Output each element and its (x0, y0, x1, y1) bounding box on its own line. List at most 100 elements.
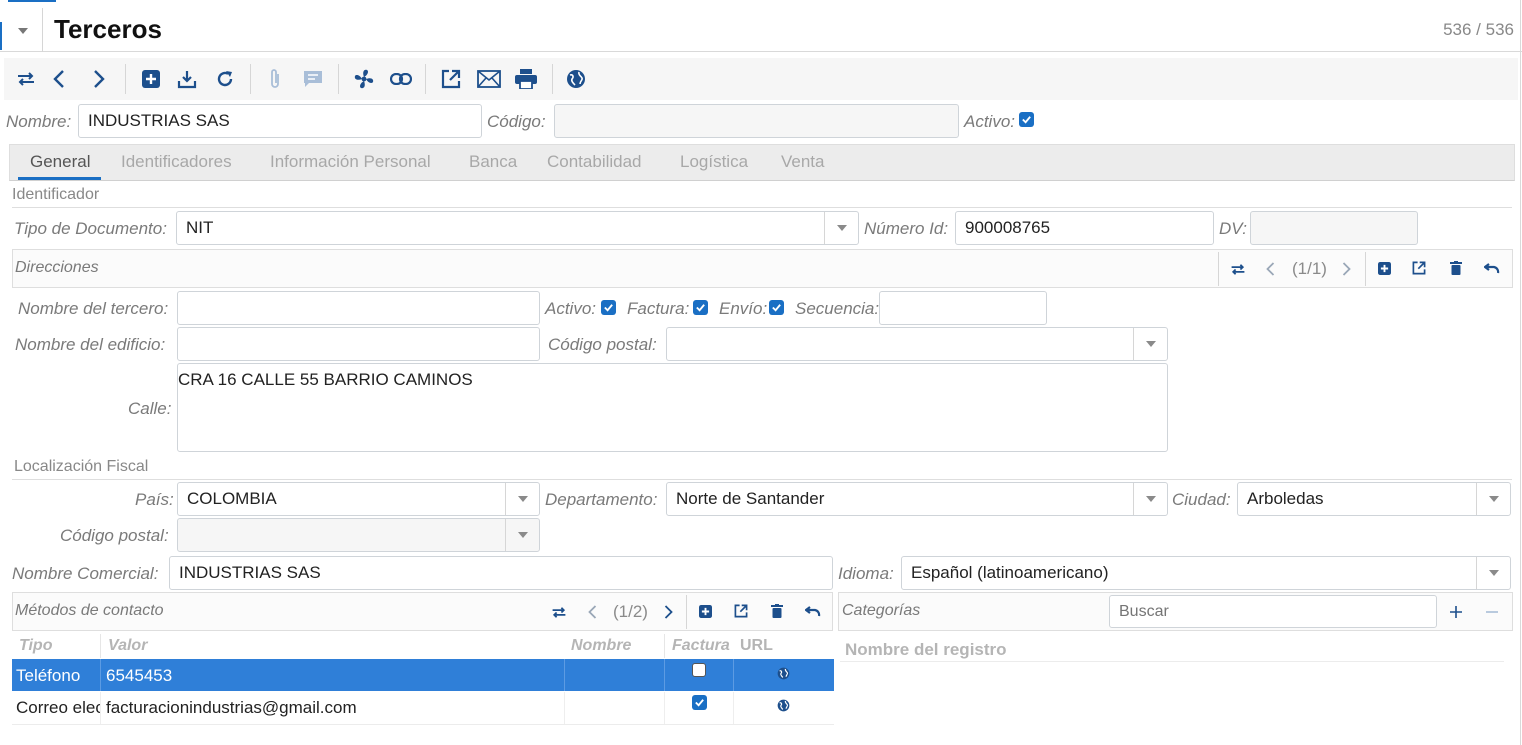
identificador-title: Identificador (12, 186, 100, 203)
open-external-icon[interactable] (440, 68, 462, 90)
attachment-icon[interactable] (264, 67, 286, 91)
nombre-tercero-input[interactable] (177, 291, 540, 325)
previous-record-icon[interactable] (584, 603, 600, 621)
column-header-valor[interactable]: Valor (108, 637, 147, 655)
envio-checkbox[interactable] (769, 300, 784, 315)
column-header-url[interactable]: URL (740, 637, 773, 655)
next-record-icon[interactable] (88, 68, 110, 90)
open-external-icon[interactable] (733, 603, 749, 619)
tipo-documento-select[interactable]: NIT (176, 211, 859, 245)
direcciones-title: Direcciones (15, 259, 99, 276)
chevron-down-icon[interactable] (1133, 328, 1167, 360)
collapse-chevron-icon[interactable] (14, 22, 32, 40)
row-factura-checkbox[interactable] (692, 663, 706, 677)
idioma-select[interactable]: Español (latinoamericano) (901, 556, 1511, 590)
column-header-factura[interactable]: Factura (672, 637, 730, 655)
dv-label: DV: (1219, 219, 1248, 238)
new-record-icon[interactable] (1376, 260, 1392, 276)
undo-icon[interactable] (1483, 260, 1501, 276)
numero-id-input[interactable]: 900008765 (955, 211, 1214, 245)
print-icon[interactable] (514, 68, 538, 90)
localizacion-fiscal-title: Localización Fiscal (14, 458, 149, 475)
chevron-down-icon[interactable] (1476, 557, 1510, 589)
categorias-search-input[interactable] (1109, 595, 1437, 628)
delete-icon[interactable] (1448, 260, 1464, 276)
open-external-icon[interactable] (1411, 260, 1427, 276)
codigo-input[interactable] (554, 104, 959, 138)
tab-logistica[interactable]: Logística (680, 152, 748, 172)
idioma-value: Español (latinoamericano) (911, 563, 1109, 582)
previous-record-icon[interactable] (1262, 260, 1278, 278)
tab-banca[interactable]: Banca (469, 152, 517, 172)
switch-view-icon[interactable] (550, 603, 568, 621)
tab-contabilidad[interactable]: Contabilidad (547, 152, 642, 172)
ciudad-select[interactable]: Arboledas (1237, 482, 1511, 516)
remove-icon[interactable] (1483, 603, 1501, 621)
factura-checkbox[interactable] (693, 300, 708, 315)
chevron-down-icon[interactable] (824, 212, 858, 244)
chevron-down-icon[interactable] (1476, 483, 1510, 515)
previous-record-icon[interactable] (48, 68, 70, 90)
add-icon[interactable] (1447, 603, 1465, 621)
departamento-select[interactable]: Norte de Santander (666, 482, 1168, 516)
direccion-activo-label: Activo: (545, 299, 597, 318)
activo-checkbox[interactable] (1019, 112, 1034, 127)
contactos-title: Métodos de contacto (15, 602, 164, 619)
next-record-icon[interactable] (660, 603, 676, 621)
header-accent-top (8, 0, 56, 2)
categorias-column-header[interactable]: Nombre del registro (845, 640, 1007, 660)
actions-fan-icon[interactable] (352, 67, 376, 91)
chevron-down-icon[interactable] (1133, 483, 1167, 515)
save-icon[interactable] (176, 68, 198, 90)
departamento-label: Departamento: (545, 490, 658, 509)
localizacion-divider (12, 479, 1512, 480)
direccion-activo-checkbox[interactable] (601, 300, 616, 315)
codigo-postal2-select[interactable] (177, 518, 540, 552)
codigo-postal-select[interactable] (666, 327, 1168, 361)
row-cell-divider (664, 692, 665, 724)
undo-icon[interactable] (804, 603, 822, 619)
chevron-down-icon[interactable] (505, 519, 539, 551)
codigo-postal-label: Código postal: (548, 335, 657, 354)
new-record-icon[interactable] (140, 68, 162, 90)
switch-view-icon[interactable] (1229, 260, 1247, 278)
column-header-tipo[interactable]: Tipo (19, 637, 52, 655)
toolbar-separator (425, 64, 426, 94)
ciudad-value: Arboledas (1247, 489, 1324, 508)
nombre-edificio-input[interactable] (177, 327, 540, 361)
next-record-icon[interactable] (1338, 260, 1354, 278)
nombre-edificio-label: Nombre del edificio: (15, 335, 166, 354)
page-title: Terceros (54, 14, 162, 44)
bottom-border (12, 724, 834, 725)
globe-icon[interactable] (776, 698, 790, 712)
reload-icon[interactable] (214, 68, 236, 90)
tab-general[interactable]: General (30, 152, 90, 172)
email-icon[interactable] (476, 68, 502, 90)
secuencia-label: Secuencia: (795, 299, 880, 318)
tab-venta[interactable]: Venta (781, 152, 825, 172)
switch-view-icon[interactable] (15, 68, 37, 90)
toolbar-separator (125, 64, 126, 94)
globe-icon[interactable] (565, 68, 587, 90)
row-factura-checkbox[interactable] (692, 695, 707, 710)
categorias-header-divider (840, 661, 1504, 662)
column-header-nombre[interactable]: Nombre (571, 637, 631, 655)
delete-icon[interactable] (769, 603, 785, 619)
new-record-icon[interactable] (697, 603, 713, 619)
secuencia-input[interactable] (879, 291, 1047, 325)
link-icon[interactable] (389, 68, 413, 90)
tab-informacion-personal[interactable]: Información Personal (270, 152, 431, 172)
nombre-comercial-input[interactable]: INDUSTRIAS SAS (169, 556, 833, 590)
nombre-input[interactable]: INDUSTRIAS SAS (78, 104, 482, 138)
nombre-tercero-label: Nombre del tercero: (18, 299, 169, 318)
notes-icon[interactable] (302, 68, 324, 90)
dv-input[interactable] (1250, 211, 1418, 245)
pais-select[interactable]: COLOMBIA (177, 482, 540, 516)
tab-identificadores[interactable]: Identificadores (121, 152, 232, 172)
calle-textarea[interactable]: CRA 16 CALLE 55 BARRIO CAMINOS (177, 363, 1168, 452)
chevron-down-icon[interactable] (505, 483, 539, 515)
calle-label: Calle: (128, 399, 172, 418)
row-valor: 6545453 (106, 666, 173, 685)
globe-icon[interactable] (776, 666, 790, 680)
identificador-divider (12, 207, 1512, 208)
